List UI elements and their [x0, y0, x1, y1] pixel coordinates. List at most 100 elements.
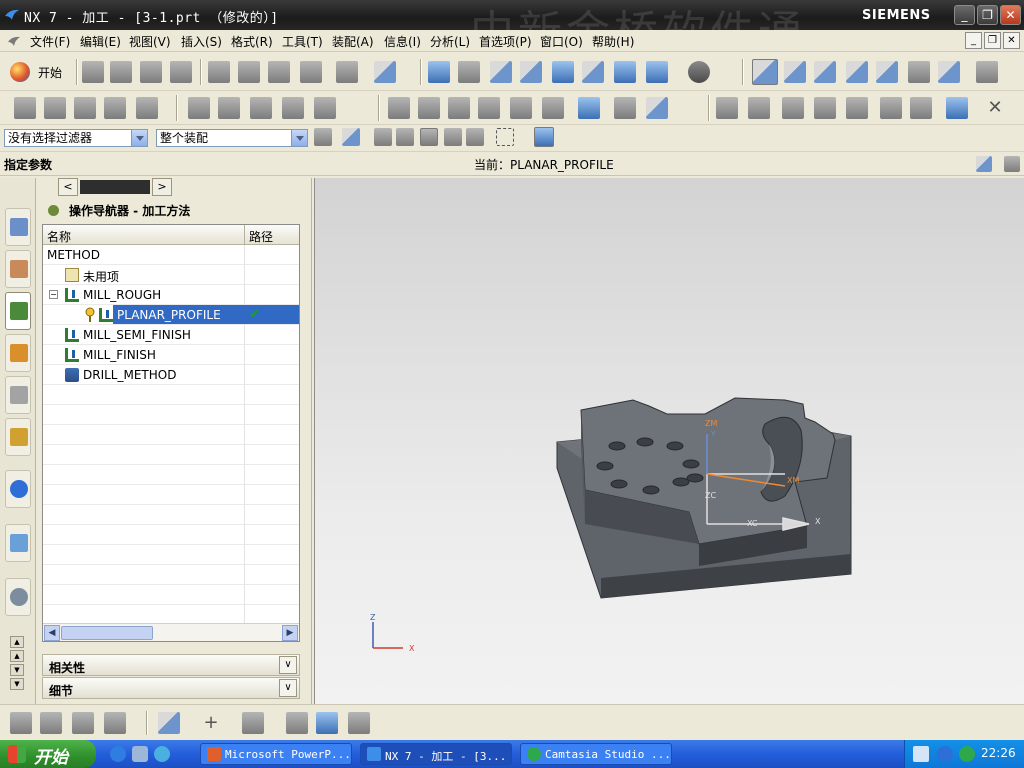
menu-assembly[interactable]: 装配(A): [332, 33, 374, 50]
part-select-icon[interactable]: [534, 127, 554, 147]
tree-row-mill-finish[interactable]: MILL_FINISH: [43, 345, 299, 365]
assembly-navigator-tab[interactable]: [5, 208, 31, 246]
feature-icon[interactable]: [158, 712, 180, 734]
menu-insert[interactable]: 插入(S): [181, 33, 222, 50]
task-camtasia[interactable]: Camtasia Studio ...: [520, 743, 672, 765]
camtasia-tray-icon[interactable]: [959, 746, 975, 762]
orient-view-icon[interactable]: [646, 61, 668, 83]
tree-horizontal-scrollbar[interactable]: ◀ ▶: [43, 623, 299, 641]
paste-icon[interactable]: [268, 61, 290, 83]
tool-library-tab[interactable]: [5, 418, 31, 456]
tree-row-unused[interactable]: 未用项: [43, 265, 299, 285]
delete-object-icon[interactable]: ✕: [984, 97, 1006, 119]
copy-icon[interactable]: [238, 61, 260, 83]
menu-help[interactable]: 帮助(H): [592, 33, 634, 50]
web-browser-tab[interactable]: [5, 524, 31, 562]
snap-point-icon[interactable]: [938, 61, 960, 83]
properties-icon[interactable]: [910, 97, 932, 119]
windows-start-button[interactable]: 开始: [0, 740, 96, 768]
history-tab[interactable]: [5, 578, 31, 616]
menu-file[interactable]: 文件(F): [30, 33, 70, 50]
operation-navigator-tab[interactable]: [5, 292, 31, 330]
select-arrow-icon[interactable]: [908, 61, 930, 83]
transform-object-icon[interactable]: [880, 97, 902, 119]
tree-row-mill-semi-finish[interactable]: MILL_SEMI_FINISH: [43, 325, 299, 345]
model-viewport[interactable]: ZM Y XM ZC XC X Z X: [315, 178, 1024, 704]
doc-restore-button[interactable]: ❐: [984, 32, 1001, 49]
chevron-down-icon[interactable]: ▼: [10, 678, 24, 690]
postprocess-icon[interactable]: [542, 97, 564, 119]
info-tab[interactable]: [5, 470, 31, 508]
menu-window[interactable]: 窗口(O): [540, 33, 583, 50]
scroll-up-icon[interactable]: ▲: [10, 650, 24, 662]
cue-line-icon[interactable]: [976, 156, 992, 172]
collapse-icon[interactable]: −: [49, 290, 58, 299]
scroll-down-icon[interactable]: ▼: [10, 664, 24, 676]
constraint-navigator-tab[interactable]: [5, 250, 31, 288]
menu-tools[interactable]: 工具(T): [282, 33, 323, 50]
tree-row-drill-method[interactable]: DRILL_METHOD: [43, 365, 299, 385]
machine-tool-view-icon[interactable]: [218, 97, 240, 119]
wcs-set-icon[interactable]: [876, 61, 898, 83]
column-divider[interactable]: [244, 225, 245, 245]
menu-info[interactable]: 信息(I): [384, 33, 421, 50]
create-method-icon[interactable]: [104, 712, 126, 734]
keyboard-icon[interactable]: [913, 746, 929, 762]
select-all-icon[interactable]: [374, 128, 392, 146]
full-screen-icon[interactable]: [1004, 156, 1020, 172]
generate-toolpath-icon[interactable]: [388, 97, 410, 119]
resource-bar-scroll[interactable]: ▲ ▲ ▼ ▼: [10, 636, 26, 702]
cut-icon[interactable]: [208, 61, 230, 83]
zoom-region-icon[interactable]: [458, 61, 480, 83]
snap-icon[interactable]: [342, 128, 360, 146]
create-program-icon[interactable]: [10, 712, 32, 734]
create-geometry-icon[interactable]: [72, 712, 94, 734]
navigator-scroll-thumb[interactable]: [80, 180, 150, 194]
graphics-window[interactable]: ZM Y XM ZC XC X Z X: [314, 178, 1024, 704]
datum-icon[interactable]: [286, 712, 308, 734]
menu-analysis[interactable]: 分析(L): [430, 33, 470, 50]
minimize-button[interactable]: _: [954, 5, 975, 25]
shaded-view-icon[interactable]: [614, 61, 636, 83]
shop-docs-icon[interactable]: [578, 97, 600, 119]
open-folder-icon[interactable]: [110, 61, 132, 83]
menu-view[interactable]: 视图(V): [129, 33, 171, 50]
explorer-icon[interactable]: [154, 746, 170, 762]
save-icon[interactable]: [140, 61, 162, 83]
chevron-up-icon[interactable]: ▲: [10, 636, 24, 648]
navigator-resize-bar[interactable]: < >: [58, 178, 212, 196]
menu-preferences[interactable]: 首选项(P): [479, 33, 532, 50]
back-arrow-icon[interactable]: [937, 746, 953, 762]
chevron-down-icon[interactable]: ∨: [279, 679, 297, 697]
output-cls-icon[interactable]: [614, 97, 636, 119]
chevron-right-icon[interactable]: >: [152, 178, 172, 196]
list-toolpath-icon[interactable]: [478, 97, 500, 119]
create-operation-icon[interactable]: [136, 97, 158, 119]
wcs-origin-icon[interactable]: [784, 61, 806, 83]
task-powerpoint[interactable]: Microsoft PowerP...: [200, 743, 352, 765]
ie-icon[interactable]: [110, 746, 126, 762]
zoom-icon[interactable]: [520, 61, 542, 83]
doc-close-button[interactable]: ✕: [1003, 32, 1020, 49]
media-icon[interactable]: [132, 746, 148, 762]
restore-button[interactable]: ❐: [977, 5, 998, 25]
print-icon[interactable]: [170, 61, 192, 83]
create-geometry-icon[interactable]: [74, 97, 96, 119]
rotate-icon[interactable]: [552, 61, 574, 83]
part-navigator-icon[interactable]: [946, 97, 968, 119]
relations-section-header[interactable]: 相关性 ∨: [42, 654, 300, 676]
cut-object-icon[interactable]: [748, 97, 770, 119]
wcs-orient-icon[interactable]: [846, 61, 868, 83]
face-rule-icon[interactable]: [466, 128, 484, 146]
machine-navigator-tab[interactable]: [5, 334, 31, 372]
chevron-left-icon[interactable]: <: [58, 178, 78, 196]
details-section-header[interactable]: 细节 ∨: [42, 677, 300, 699]
pan-icon[interactable]: [582, 61, 604, 83]
info-select-icon[interactable]: [374, 61, 396, 83]
menu-edit[interactable]: 编辑(E): [80, 33, 121, 50]
assembly-scope-dropdown[interactable]: 整个装配: [156, 129, 308, 147]
column-header-name[interactable]: 名称: [47, 228, 71, 245]
tree-row-planar-profile[interactable]: PLANAR_PROFILE ✔: [43, 305, 299, 325]
create-program-icon[interactable]: [14, 97, 36, 119]
delete-icon[interactable]: [300, 61, 322, 83]
